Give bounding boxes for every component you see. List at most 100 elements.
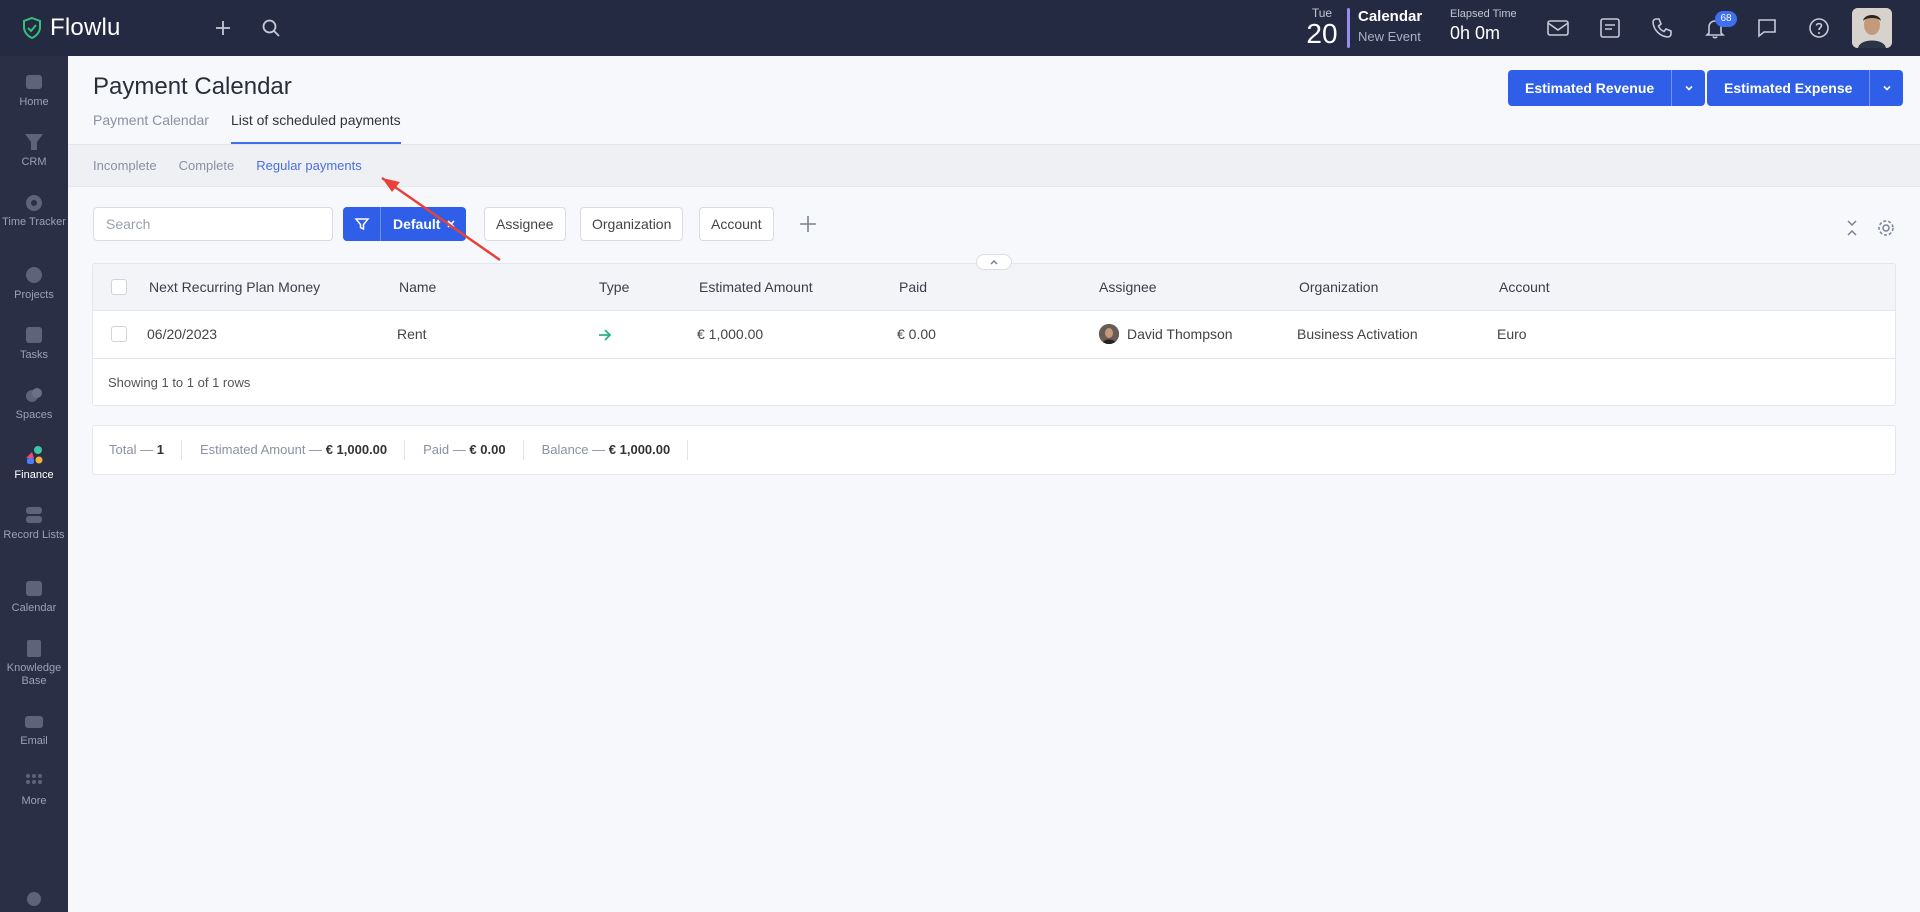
expense-dropdown-toggle[interactable] xyxy=(1869,70,1903,106)
column-type[interactable]: Type xyxy=(599,279,629,295)
tab-scheduled-payments[interactable]: List of scheduled payments xyxy=(230,112,401,144)
sidebar-item-label: More xyxy=(21,795,47,807)
sidebar-item-label: Email xyxy=(20,735,48,747)
search-icon[interactable] xyxy=(259,16,283,40)
page-tabs: Payment Calendar List of scheduled payme… xyxy=(93,112,423,144)
collapse-filters-toggle[interactable] xyxy=(976,254,1012,270)
table-header: Next Recurring Plan Money Name Type Esti… xyxy=(93,264,1895,311)
filter-preset-label: Default xyxy=(393,216,441,232)
column-assignee[interactable]: Assignee xyxy=(1099,279,1157,295)
more-icon xyxy=(26,774,42,784)
select-all-checkbox[interactable] xyxy=(111,279,127,295)
tab-payment-calendar[interactable]: Payment Calendar xyxy=(93,112,209,144)
column-organization[interactable]: Organization xyxy=(1299,279,1378,295)
date-divider xyxy=(1347,8,1350,48)
calendar-title: Calendar xyxy=(1358,8,1423,25)
sidebar-item-crm[interactable]: CRM xyxy=(0,131,68,169)
add-icon[interactable] xyxy=(211,16,235,40)
search-input[interactable] xyxy=(93,207,333,241)
sidebar-item-label: Tasks xyxy=(19,349,49,361)
elapsed-value: 0h 0m xyxy=(1450,23,1501,43)
filter-chip-assignee[interactable]: Assignee xyxy=(484,207,566,241)
row-checkbox[interactable] xyxy=(111,326,127,342)
gear-icon[interactable] xyxy=(1877,219,1895,237)
add-filter-icon[interactable] xyxy=(796,212,820,236)
filter-toggle[interactable] xyxy=(343,207,381,241)
chevron-up-icon xyxy=(990,259,998,265)
sidebar-item-knowledge-base[interactable]: Knowledge Base xyxy=(0,637,68,688)
time-tracker-icon xyxy=(26,195,42,211)
finance-icon xyxy=(26,446,43,464)
app-name: Flowlu xyxy=(50,14,121,41)
sidebar-item-home[interactable]: Home xyxy=(0,71,68,109)
elapsed-time[interactable]: Elapsed Time 0h 0m xyxy=(1450,8,1517,44)
cell-organization[interactable]: Business Activation xyxy=(1297,326,1418,342)
app-logo[interactable]: Flowlu xyxy=(20,14,121,42)
top-bar: Flowlu Tue 20 Calendar New Event Elapsed… xyxy=(0,0,1920,56)
cell-assignee[interactable]: David Thompson xyxy=(1127,326,1233,342)
assignee-avatar xyxy=(1099,324,1119,344)
filter-preset-button[interactable]: Default xyxy=(343,207,467,241)
spaces-icon xyxy=(26,388,42,402)
chat-icon[interactable] xyxy=(1755,16,1779,40)
table-row[interactable]: 06/20/2023 Rent € 1,000.00 € 0.00 David … xyxy=(93,311,1895,359)
calendar-icon xyxy=(26,581,42,596)
sidebar-item-email[interactable]: Email xyxy=(0,710,68,748)
sidebar-item-label: Record Lists xyxy=(3,529,65,541)
mail-icon[interactable] xyxy=(1546,16,1570,40)
cell-paid: € 0.00 xyxy=(897,326,936,342)
sidebar-item-label: Calendar xyxy=(11,602,57,614)
tasks-icon xyxy=(26,327,42,343)
subtab-regular-payments[interactable]: Regular payments xyxy=(256,158,362,173)
sidebar-item-calendar[interactable]: Calendar xyxy=(0,577,68,615)
calendar-quick[interactable]: Calendar New Event xyxy=(1358,8,1422,44)
filter-chip-organization[interactable]: Organization xyxy=(580,207,684,241)
funnel-icon xyxy=(353,218,370,231)
close-icon[interactable] xyxy=(446,219,456,229)
collapse-icon[interactable] xyxy=(1844,218,1860,238)
estimated-revenue-button[interactable]: Estimated Revenue xyxy=(1508,70,1706,106)
filter-preset[interactable]: Default xyxy=(381,207,466,241)
record-lists-icon xyxy=(26,507,42,523)
sidebar-item-finance[interactable]: Finance xyxy=(0,444,68,482)
help-icon[interactable] xyxy=(1807,16,1831,40)
knowledge-base-icon xyxy=(27,640,41,657)
sidebar-item-label: Spaces xyxy=(15,409,53,421)
chevron-down-icon xyxy=(1685,85,1693,91)
sidebar-item-tasks[interactable]: Tasks xyxy=(0,324,68,362)
estimated-revenue-label[interactable]: Estimated Revenue xyxy=(1508,70,1671,106)
sidebar-item-projects[interactable]: Projects xyxy=(0,264,68,302)
sidebar: Home CRM Time Tracker Projects Tasks Spa… xyxy=(0,56,68,912)
cell-account: Euro xyxy=(1497,326,1527,342)
user-avatar[interactable] xyxy=(1852,8,1892,48)
column-paid[interactable]: Paid xyxy=(899,279,927,295)
total-paid: Paid — € 0.00 xyxy=(423,440,524,460)
sidebar-item-record-lists[interactable]: Record Lists xyxy=(0,504,68,542)
new-event-link[interactable]: New Event xyxy=(1358,29,1422,44)
sidebar-item-label: Time Tracker xyxy=(2,216,66,228)
column-next-recurring[interactable]: Next Recurring Plan Money xyxy=(149,279,320,295)
sidebar-item-time-tracker[interactable]: Time Tracker xyxy=(0,191,68,229)
revenue-dropdown-toggle[interactable] xyxy=(1671,70,1705,106)
estimated-expense-button[interactable]: Estimated Expense xyxy=(1707,70,1904,106)
flowlu-check-icon xyxy=(23,16,41,40)
subtab-complete[interactable]: Complete xyxy=(179,158,235,173)
cell-name[interactable]: Rent xyxy=(397,326,427,342)
subtab-incomplete[interactable]: Incomplete xyxy=(93,158,157,173)
filter-chip-account[interactable]: Account xyxy=(699,207,774,241)
elapsed-label: Elapsed Time xyxy=(1450,8,1517,20)
cell-estimated-amount: € 1,000.00 xyxy=(697,326,764,342)
sidebar-item-more[interactable]: More xyxy=(0,770,68,808)
cell-date: 06/20/2023 xyxy=(147,326,218,342)
notes-icon[interactable] xyxy=(1598,16,1622,40)
phone-icon[interactable] xyxy=(1650,16,1674,40)
column-estimated-amount[interactable]: Estimated Amount xyxy=(699,279,813,295)
today-date[interactable]: Tue 20 xyxy=(1302,6,1342,48)
total-balance: Balance — € 1,000.00 xyxy=(542,440,689,460)
estimated-expense-label[interactable]: Estimated Expense xyxy=(1707,70,1869,106)
sidebar-item-spaces[interactable]: Spaces xyxy=(0,384,68,422)
sidebar-item-label: Knowledge Base xyxy=(6,662,62,687)
column-name[interactable]: Name xyxy=(399,279,436,295)
support-icon[interactable] xyxy=(23,888,45,910)
column-account[interactable]: Account xyxy=(1499,279,1550,295)
